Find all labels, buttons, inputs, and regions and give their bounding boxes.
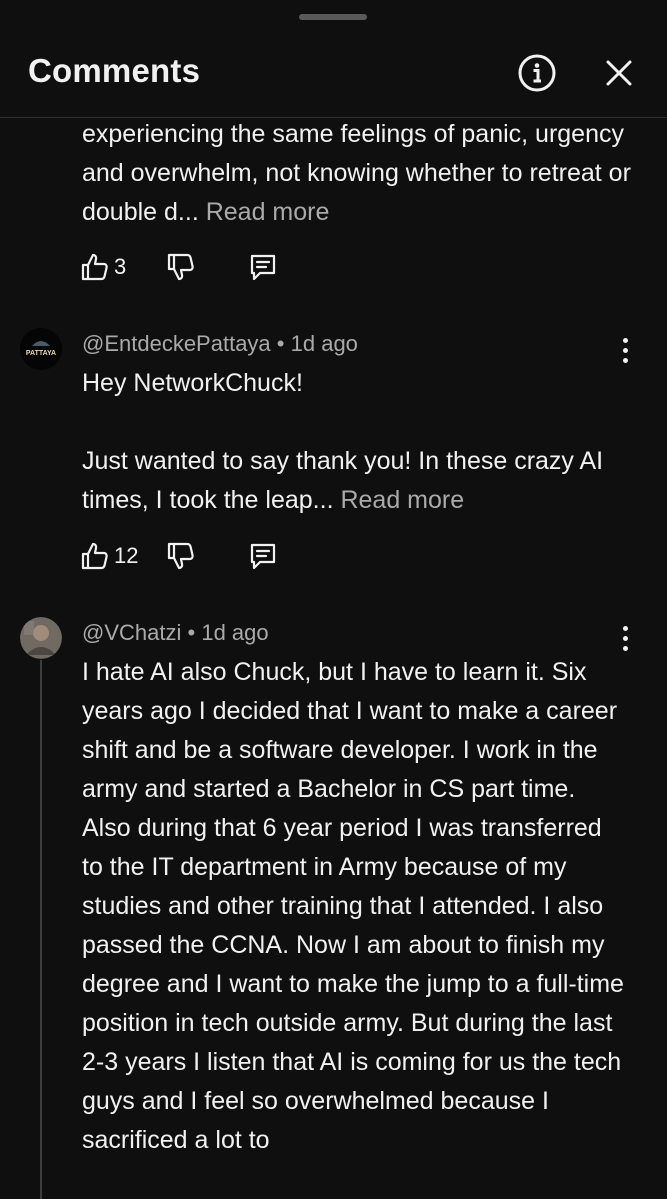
svg-text:PATTAYA: PATTAYA xyxy=(26,350,56,357)
thumbs-down-icon xyxy=(168,253,194,281)
read-more-link[interactable]: Read more xyxy=(340,486,464,514)
avatar[interactable]: PATTAYA xyxy=(20,328,62,370)
like-button[interactable]: 12 xyxy=(80,541,138,571)
reply-thread-line xyxy=(40,660,42,1199)
comment-author[interactable]: @VChatzi xyxy=(82,620,181,645)
comment-meta: @EntdeckePattaya • 1d ago xyxy=(82,331,358,356)
thumbs-down-icon xyxy=(168,542,195,570)
close-button[interactable] xyxy=(598,52,640,94)
comment-author[interactable]: @EntdeckePattaya xyxy=(82,331,271,356)
comment-actions: 12 xyxy=(80,541,278,571)
like-count: 3 xyxy=(114,254,127,279)
reply-icon xyxy=(251,254,276,281)
comment-text: experiencing the same feelings of panic,… xyxy=(82,120,631,226)
comment-text: Hey NetworkChuck! Just wanted to say tha… xyxy=(82,369,604,514)
avatar-image: PATTAYA xyxy=(20,328,62,370)
info-button[interactable] xyxy=(516,52,558,94)
read-more-link[interactable]: Read more xyxy=(206,198,330,226)
page-title: Comments xyxy=(28,52,201,89)
dislike-button[interactable] xyxy=(166,541,196,571)
reply-icon xyxy=(251,543,276,570)
comment-age: 1d ago xyxy=(201,620,269,645)
dislike-button[interactable] xyxy=(166,252,196,282)
like-count: 12 xyxy=(114,543,139,568)
reply-button[interactable] xyxy=(248,252,278,282)
comment-meta: @VChatzi • 1d ago xyxy=(82,620,269,645)
info-icon xyxy=(518,54,556,92)
comment-text: I hate AI also Chuck, but I have to lear… xyxy=(82,658,624,1154)
avatar-image xyxy=(20,617,62,659)
thumbs-up-icon xyxy=(81,542,108,570)
thumbs-up-icon xyxy=(81,253,108,281)
reply-button[interactable] xyxy=(248,541,278,571)
like-button[interactable]: 3 xyxy=(80,252,126,282)
avatar[interactable] xyxy=(20,617,62,659)
comment-actions: 3 xyxy=(80,252,278,282)
comment-age: 1d ago xyxy=(290,331,358,356)
more-options-icon[interactable] xyxy=(615,618,635,658)
close-icon xyxy=(606,60,632,86)
comments-header: Comments xyxy=(0,0,667,118)
